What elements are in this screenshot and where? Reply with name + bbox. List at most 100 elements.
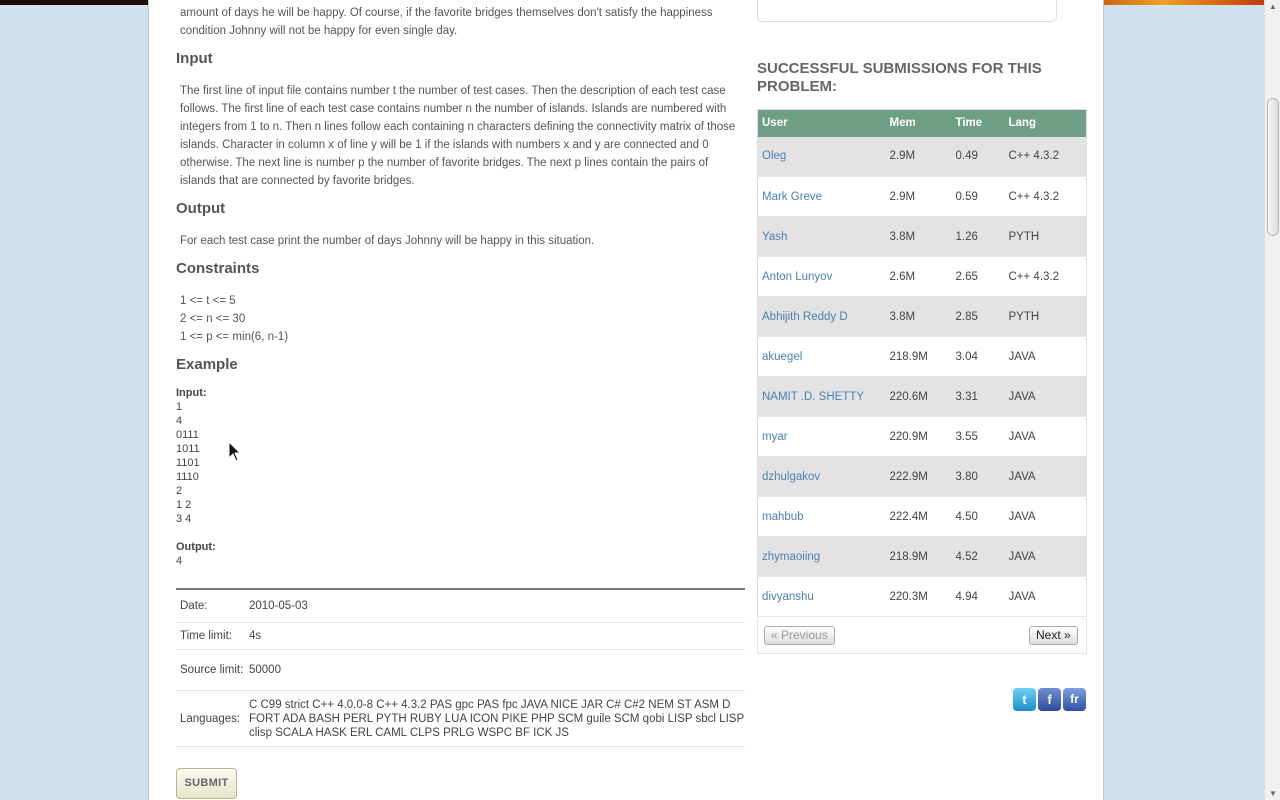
time-cell: 0.59 [951, 176, 1005, 217]
user-link[interactable]: Anton Lunyov [757, 256, 886, 297]
twitter-icon[interactable]: t [1013, 688, 1036, 711]
table-row: zhymaoiing 218.9M 4.52 JAVA [757, 536, 1087, 577]
mem-cell: 3.8M [885, 296, 952, 337]
friendfeed-icon[interactable]: fr [1063, 688, 1086, 711]
time-cell: 4.94 [951, 576, 1005, 617]
user-link[interactable]: Oleg [757, 136, 886, 177]
user-link[interactable]: dzhulgakov [757, 456, 886, 497]
table-row: myar 220.9M 3.55 JAVA [757, 416, 1087, 457]
constraints-heading: Constraints [176, 260, 260, 277]
pagination: « Previous Next » [757, 618, 1087, 654]
example-input-line: 0111 [176, 429, 199, 441]
info-row-source-limit: Source limit: 50000 [176, 650, 745, 691]
user-link[interactable]: Mark Greve [757, 176, 886, 217]
time-cell: 4.52 [951, 536, 1005, 577]
mem-cell: 222.9M [885, 456, 952, 497]
lang-cell: JAVA [1004, 576, 1087, 617]
constraint-item: 2 <= n <= 30 [180, 313, 246, 325]
scrollbar-thumb[interactable] [1267, 98, 1279, 236]
example-input-line: 1 2 [176, 499, 192, 511]
user-link[interactable]: zhymaoiing [757, 536, 886, 577]
example-input-line: 1011 [176, 443, 200, 455]
lang-cell: JAVA [1004, 456, 1087, 497]
lang-cell: C++ 4.3.2 [1004, 176, 1087, 217]
table-row: dzhulgakov 222.9M 3.80 JAVA [757, 456, 1087, 497]
constraint-item: 1 <= t <= 5 [180, 295, 236, 307]
constraints-list: 1 <= t <= 5 2 <= n <= 30 1 <= p <= min(6… [180, 292, 740, 346]
submit-button[interactable]: SUBMIT [176, 768, 237, 799]
example-output-line: 4 [176, 555, 183, 567]
time-cell: 2.65 [951, 256, 1005, 297]
lang-cell: JAVA [1004, 536, 1087, 577]
info-label: Date: [180, 600, 208, 612]
mem-cell: 2.6M [885, 256, 952, 297]
mem-cell: 3.8M [885, 216, 952, 257]
output-heading: Output [176, 200, 226, 217]
mem-cell: 220.6M [885, 376, 952, 417]
facebook-icon[interactable]: f [1038, 688, 1061, 711]
table-row: divyanshu 220.3M 4.94 JAVA [757, 576, 1087, 617]
lang-cell: JAVA [1004, 336, 1087, 377]
example-input-label: Input: [176, 387, 207, 399]
time-cell: 3.04 [951, 336, 1005, 377]
previous-page-button[interactable]: « Previous [764, 626, 835, 645]
user-link[interactable]: myar [757, 416, 886, 457]
constraint-item: 1 <= p <= min(6, n-1) [180, 331, 289, 343]
example-input-line: 2 [176, 485, 183, 497]
user-link[interactable]: NAMIT .D. SHETTY [757, 376, 886, 417]
user-link[interactable]: mahbub [757, 496, 886, 537]
submissions-heading: SUCCESSFUL SUBMISSIONS FOR THIS PROBLEM: [757, 60, 1042, 95]
table-header-row: User Mem Time Lang [757, 109, 1087, 137]
info-label: Source limit: [180, 664, 244, 676]
time-cell: 1.26 [951, 216, 1005, 257]
lang-cell: JAVA [1004, 496, 1087, 537]
mem-cell: 218.9M [885, 536, 952, 577]
table-row: Abhijith Reddy D 3.8M 2.85 PYTH [757, 296, 1087, 337]
example-input-line: 4 [176, 415, 183, 427]
time-cell: 2.85 [951, 296, 1005, 337]
next-page-button[interactable]: Next » [1029, 626, 1078, 645]
example-input-line: 1110 [176, 471, 199, 483]
time-cell: 3.55 [951, 416, 1005, 457]
user-link[interactable]: akuegel [757, 336, 886, 377]
info-label: Languages: [180, 712, 241, 725]
column-header: Time [951, 109, 1005, 137]
problem-info-table: Date: 2010-05-03 Time limit: 4s Source l… [176, 588, 745, 747]
scroll-down-arrow-icon[interactable]: ▼ [1269, 789, 1277, 798]
scroll-up-arrow-icon[interactable]: ▲ [1269, 2, 1277, 11]
submissions-table: User Mem Time Lang Oleg 2.9M 0.49 C++ 4.3.2… [757, 109, 1087, 617]
info-label: Time limit: [180, 630, 232, 642]
column-header: Lang [1004, 109, 1087, 137]
info-value: 4s [249, 630, 262, 642]
user-link[interactable]: Abhijith Reddy D [757, 296, 886, 337]
user-link[interactable]: Yash [757, 216, 886, 257]
lang-cell: JAVA [1004, 416, 1087, 457]
table-row: mahbub 222.4M 4.50 JAVA [757, 496, 1087, 537]
input-heading: Input [176, 50, 213, 67]
mem-cell: 2.9M [885, 136, 952, 177]
info-value: 2010-05-03 [249, 600, 308, 612]
table-row: Mark Greve 2.9M 0.59 C++ 4.3.2 [757, 176, 1087, 217]
mem-cell: 220.9M [885, 416, 952, 457]
example-input-line: 3 4 [176, 513, 192, 525]
lang-cell: PYTH [1004, 296, 1087, 337]
time-cell: 4.50 [951, 496, 1005, 537]
table-row: Oleg 2.9M 0.49 C++ 4.3.2 [757, 136, 1087, 177]
info-value: C C99 strict C++ 4.0.0-8 C++ 4.3.2 PAS g… [249, 698, 744, 739]
mem-cell: 2.9M [885, 176, 952, 217]
table-row: akuegel 218.9M 3.04 JAVA [757, 336, 1087, 377]
mem-cell: 218.9M [885, 336, 952, 377]
vertical-scrollbar[interactable]: ▲ ▼ [1264, 0, 1280, 800]
example-heading: Example [176, 356, 238, 373]
example-block: Input: 1 4 0111 1011 1101 1110 2 1 2 3 4… [176, 386, 216, 568]
info-row-languages: Languages: C C99 strict C++ 4.0.0-8 C++ … [176, 691, 745, 747]
example-input-line: 1101 [176, 457, 200, 469]
intro-fragment: amount of days he will be happy. Of cour… [180, 7, 713, 37]
lang-cell: C++ 4.3.2 [1004, 136, 1087, 177]
example-output-label: Output: [176, 541, 216, 553]
user-link[interactable]: divyanshu [757, 576, 886, 617]
time-cell: 0.49 [951, 136, 1005, 177]
page-container: amount of days he will be happy. Of cour… [148, 0, 1104, 800]
example-input-line: 1 [176, 401, 183, 413]
lang-cell: JAVA [1004, 376, 1087, 417]
